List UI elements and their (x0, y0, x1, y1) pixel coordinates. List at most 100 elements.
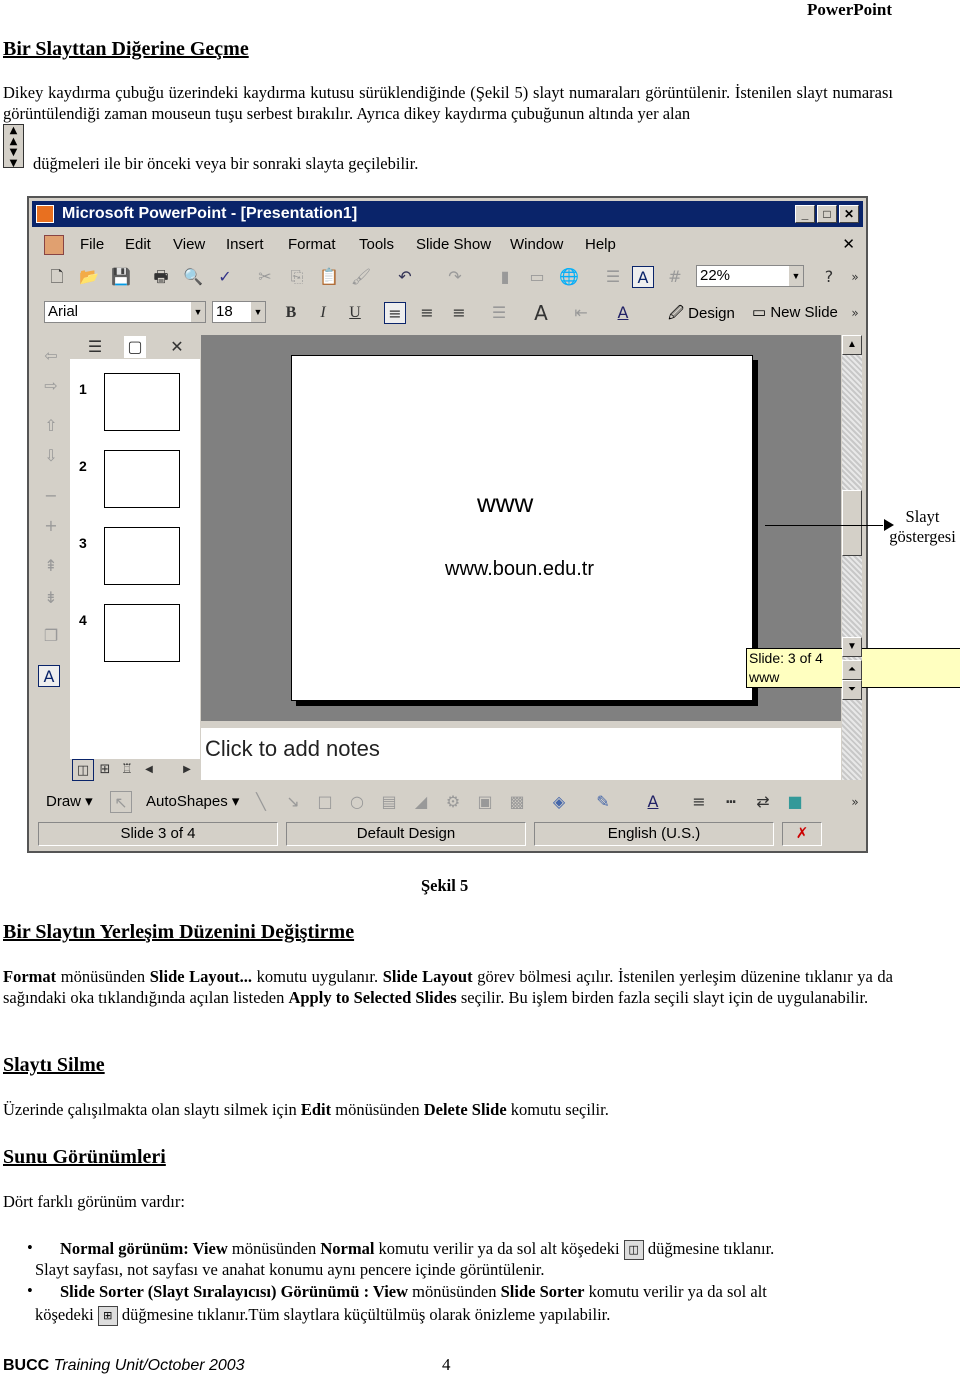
font-color-icon[interactable]: A (642, 791, 664, 813)
font-select[interactable]: Arial ▼ (44, 301, 206, 323)
line-color-icon[interactable]: ✎ (592, 791, 614, 813)
normal-view-icon[interactable]: ◫ (72, 759, 94, 781)
autoshapes-menu[interactable]: AutoShapes ▾ (146, 792, 239, 810)
oval-icon[interactable]: ○ (346, 791, 368, 813)
collapse-all-icon[interactable]: ⇞ (40, 555, 62, 577)
arrow-icon[interactable]: ↘ (282, 791, 304, 813)
menu-window[interactable]: Window (510, 232, 563, 258)
close-document-icon[interactable]: ✕ (842, 232, 855, 258)
spelling-icon[interactable]: ✓ (214, 266, 236, 288)
menu-file[interactable]: File (80, 232, 104, 258)
menu-edit[interactable]: Edit (125, 232, 151, 258)
slide-thumbnail-1[interactable] (104, 373, 180, 431)
chevron-down-icon[interactable]: ▼ (251, 302, 265, 322)
grayscale-icon[interactable]: # (664, 266, 686, 288)
current-slide[interactable]: www www.boun.edu.tr (291, 355, 753, 701)
next-slide-icon[interactable]: ⏷ (842, 680, 862, 700)
copy-icon[interactable]: ⎘ (286, 266, 308, 288)
new-icon[interactable]: 🗋 (46, 266, 68, 288)
close-button[interactable]: ✕ (839, 205, 859, 223)
slide-show-view-icon[interactable]: ♖ (116, 759, 138, 781)
notes-pane[interactable]: Click to add notes (201, 728, 841, 780)
zoom-select[interactable]: 22% ▼ (696, 265, 804, 287)
line-icon[interactable]: ╲ (250, 791, 272, 813)
print-icon[interactable]: 🖶 (150, 266, 172, 288)
bullets-icon[interactable]: ☰ (488, 302, 510, 324)
expand-icon[interactable]: ☰ (602, 266, 624, 288)
more-buttons-icon[interactable]: » (844, 791, 866, 813)
help-icon[interactable]: ? (818, 266, 840, 288)
save-icon[interactable]: 💾 (110, 266, 132, 288)
slide-sorter-view-icon[interactable]: ⊞ (94, 759, 116, 781)
undo-icon[interactable]: ↶ (394, 266, 416, 288)
align-right-icon[interactable]: ≡ (448, 302, 470, 324)
fill-color-icon[interactable]: ◈ (548, 791, 570, 813)
decrease-indent-icon[interactable]: ⇤ (570, 302, 592, 324)
minimize-button[interactable]: _ (795, 205, 815, 223)
font-size-select[interactable]: 18 ▼ (212, 301, 266, 323)
slide-thumbnail-3[interactable] (104, 527, 180, 585)
move-up-icon[interactable]: ⇧ (40, 415, 62, 437)
demote-icon[interactable]: ⇨ (40, 375, 62, 397)
menu-insert[interactable]: Insert (226, 232, 264, 258)
slide-thumbnail-4[interactable] (104, 604, 180, 662)
previous-slide-icon[interactable]: ⏶ (842, 660, 862, 680)
format-painter-icon[interactable]: 🖌 (350, 266, 372, 288)
menu-view[interactable]: View (173, 232, 205, 258)
chart-icon[interactable]: ▮ (494, 266, 516, 288)
paste-icon[interactable]: 📋 (318, 266, 340, 288)
italic-icon[interactable]: I (312, 302, 334, 324)
clipart-icon[interactable]: ▣ (474, 791, 496, 813)
cut-icon[interactable]: ✂ (254, 266, 276, 288)
textbox-icon[interactable]: ▤ (378, 791, 400, 813)
new-slide-button[interactable]: ▭ New Slide (752, 303, 838, 321)
dash-style-icon[interactable]: ┅ (720, 791, 742, 813)
table-icon[interactable]: ▭ (526, 266, 548, 288)
design-button[interactable]: 🖉 Design (668, 303, 735, 328)
more-buttons-icon[interactable]: » (844, 302, 866, 324)
increase-font-icon[interactable]: A (530, 302, 552, 324)
menu-tools[interactable]: Tools (359, 232, 394, 258)
promote-icon[interactable]: ⇦ (40, 345, 62, 367)
underline-icon[interactable]: U (344, 302, 366, 324)
diagram-icon[interactable]: ⚙ (442, 791, 464, 813)
shadow-icon[interactable]: ■ (784, 791, 806, 813)
hyperlink-icon[interactable]: 🌐 (558, 266, 580, 288)
scroll-left-icon[interactable]: ◀ (138, 759, 160, 781)
show-formatting-icon[interactable]: A (38, 665, 60, 687)
menu-slide-show[interactable]: Slide Show (416, 232, 491, 258)
slides-tab-icon[interactable]: ▢ (124, 336, 146, 358)
menu-format[interactable]: Format (288, 232, 336, 258)
wordart-icon[interactable]: ◢ (410, 791, 432, 813)
expand-all-icon[interactable]: ⇟ (40, 587, 62, 609)
menu-help[interactable]: Help (585, 232, 616, 258)
scroll-right-icon[interactable]: ▶ (176, 759, 198, 781)
rectangle-icon[interactable]: □ (314, 791, 336, 813)
chevron-down-icon[interactable]: ▼ (191, 302, 205, 322)
move-down-icon[interactable]: ⇩ (40, 445, 62, 467)
more-buttons-icon[interactable]: » (844, 266, 866, 288)
align-left-icon[interactable]: ≡ (384, 302, 406, 324)
outline-tab-icon[interactable]: ☰ (84, 336, 106, 358)
open-icon[interactable]: 📂 (78, 266, 100, 288)
redo-icon[interactable]: ↷ (444, 266, 466, 288)
scroll-down-icon[interactable]: ▼ (842, 637, 862, 657)
font-color-icon[interactable]: A (612, 302, 634, 324)
picture-icon[interactable]: ▩ (506, 791, 528, 813)
collapse-icon[interactable]: − (40, 485, 62, 507)
show-formatting-icon[interactable]: A (632, 266, 654, 288)
arrow-style-icon[interactable]: ⇄ (752, 791, 774, 813)
print-preview-icon[interactable]: 🔍 (182, 266, 204, 288)
maximize-button[interactable]: □ (817, 205, 837, 223)
select-objects-icon[interactable]: ↖ (110, 791, 132, 813)
chevron-down-icon[interactable]: ▼ (789, 266, 803, 286)
expand-icon[interactable]: + (40, 515, 62, 537)
vertical-scrollbar[interactable]: ▲ ▼ ⏶ ⏷ (842, 335, 862, 780)
slide-thumbnail-2[interactable] (104, 450, 180, 508)
summary-slide-icon[interactable]: ❐ (40, 625, 62, 647)
close-pane-icon[interactable]: ✕ (166, 336, 188, 358)
line-style-icon[interactable]: ≡ (688, 791, 710, 813)
scroll-up-icon[interactable]: ▲ (842, 335, 862, 355)
draw-menu[interactable]: Draw ▾ (46, 792, 93, 810)
scroll-thumb[interactable] (842, 490, 862, 556)
